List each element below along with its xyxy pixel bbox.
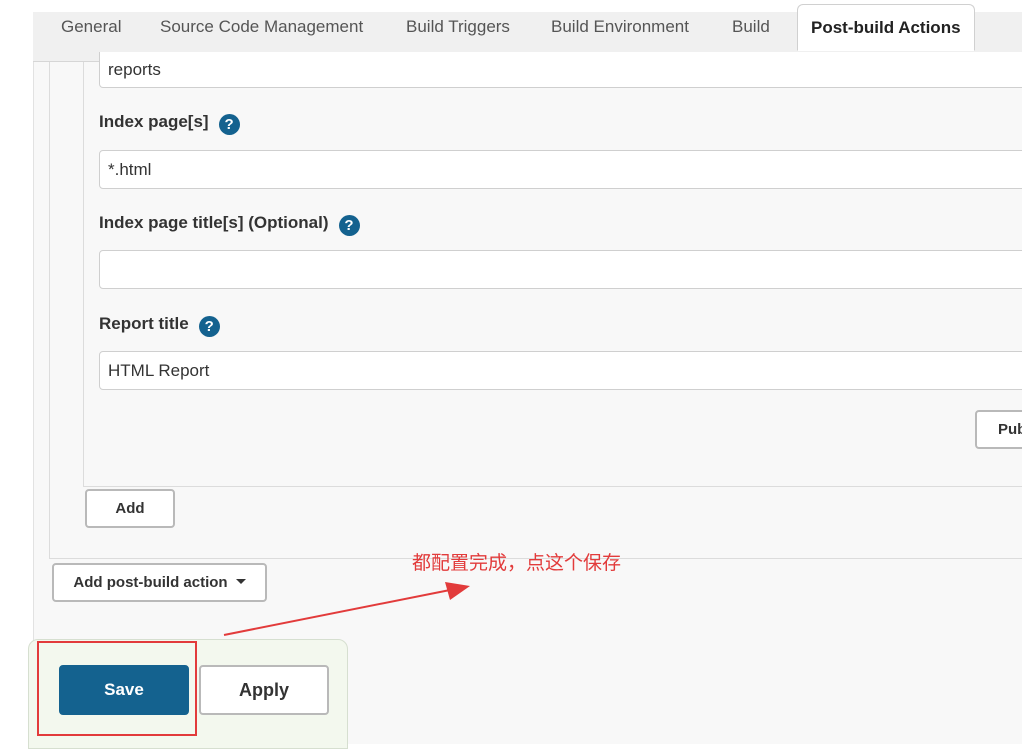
tab-source-code-management[interactable]: Source Code Management (160, 4, 363, 50)
apply-button[interactable]: Apply (199, 665, 329, 715)
index-pages-input[interactable]: *.html (99, 150, 1022, 189)
add-report-button[interactable]: Add (85, 489, 175, 528)
help-icon[interactable]: ? (198, 316, 220, 337)
tab-build-triggers[interactable]: Build Triggers (406, 4, 510, 50)
tab-general[interactable]: General (61, 4, 121, 50)
index-page-titles-label: Index page title[s] (Optional)? (99, 211, 360, 236)
index-page-titles-label-text: Index page title[s] (Optional) (99, 213, 329, 232)
html-directory-input[interactable]: reports (99, 52, 1022, 88)
report-title-label-text: Report title (99, 314, 189, 333)
tab-post-build-actions[interactable]: Post-build Actions (797, 4, 975, 51)
report-title-input[interactable]: HTML Report (99, 351, 1022, 390)
help-icon[interactable]: ? (338, 215, 360, 236)
annotation-text: 都配置完成，点这个保存 (412, 552, 622, 574)
tab-build[interactable]: Build (732, 4, 770, 50)
help-icon[interactable]: ? (218, 114, 240, 135)
tab-build-environment[interactable]: Build Environment (551, 4, 689, 50)
report-title-label: Report title? (99, 312, 220, 337)
index-pages-label: Index page[s]? (99, 110, 240, 135)
chevron-down-icon (235, 579, 246, 584)
save-highlight-box (37, 641, 197, 736)
add-post-build-action-button[interactable]: Add post-build action (52, 563, 267, 602)
add-post-build-action-label: Add post-build action (73, 574, 228, 591)
index-page-titles-input[interactable] (99, 250, 1022, 289)
publish-report-button[interactable]: Pub (975, 410, 1022, 449)
index-pages-label-text: Index page[s] (99, 112, 209, 131)
